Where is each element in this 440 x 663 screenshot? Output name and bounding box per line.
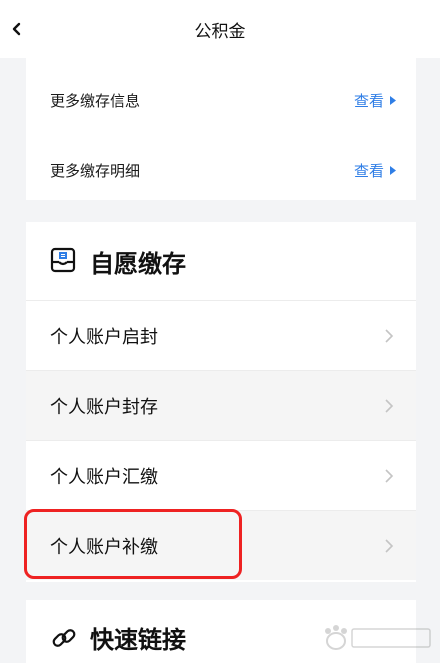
- triangle-right-icon: [390, 165, 396, 175]
- quick-links-title: 快速链接: [90, 626, 186, 654]
- chevron-right-icon: [385, 539, 394, 553]
- chevron-right-icon: [385, 399, 394, 413]
- link-icon: [52, 629, 76, 647]
- chevron-right-icon: [385, 469, 394, 483]
- triangle-right-icon: [390, 95, 396, 105]
- inbox-icon: [50, 247, 76, 273]
- view-link-label: 查看: [353, 91, 384, 110]
- watermark-logo: [325, 625, 431, 650]
- view-deposit-detail-link[interactable]: 查看: [354, 160, 396, 181]
- list-item-account-remit[interactable]: 个人账户汇缴: [26, 440, 416, 510]
- list-item-account-unseal[interactable]: 个人账户启封: [26, 300, 416, 370]
- list-item-label: 个人账户启封: [50, 326, 158, 348]
- more-deposit-info-label: 更多缴存信息: [50, 91, 141, 110]
- top-navbar: 公积金: [0, 0, 440, 58]
- section-title: 自愿缴存: [90, 250, 186, 278]
- list-item-label: 个人账户封存: [50, 396, 158, 418]
- more-deposit-detail-label: 更多缴存明细: [50, 161, 141, 180]
- deposit-info-card: 更多缴存信息 查看 更多缴存明细 查看: [26, 58, 416, 200]
- more-deposit-detail-row[interactable]: 更多缴存明细 查看: [26, 145, 416, 195]
- list-item-label: 个人账户汇缴: [50, 466, 158, 488]
- more-deposit-info-row[interactable]: 更多缴存信息 查看: [26, 75, 416, 125]
- view-link-label: 查看: [353, 161, 384, 180]
- voluntary-deposit-header: 自愿缴存: [26, 222, 416, 300]
- red-highlight-box: [24, 509, 242, 579]
- page-title: 公积金: [194, 21, 246, 42]
- chevron-right-icon: [385, 329, 394, 343]
- list-item-account-seal[interactable]: 个人账户封存: [26, 370, 416, 440]
- view-deposit-info-link[interactable]: 查看: [354, 90, 396, 111]
